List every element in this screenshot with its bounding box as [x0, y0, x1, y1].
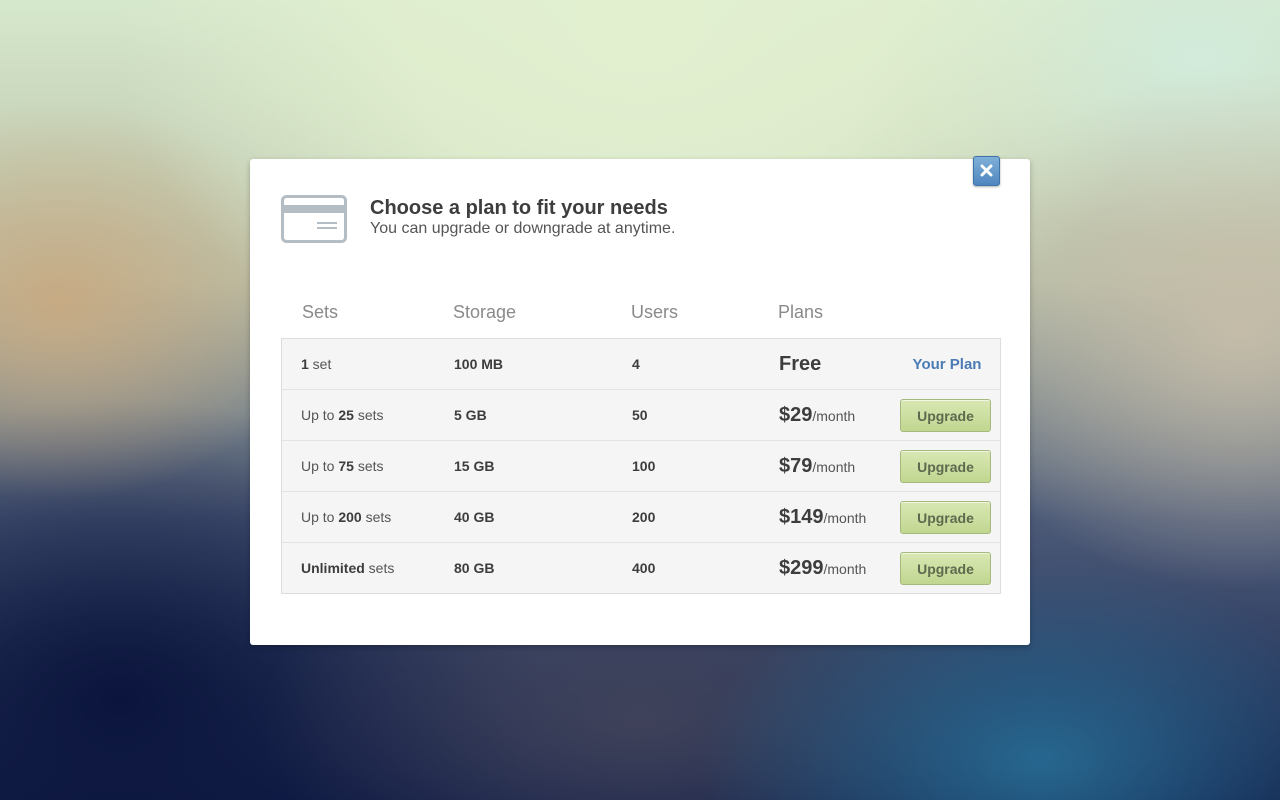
price-cell: $29/month: [779, 404, 856, 426]
sets-cell: Up to 200 sets: [301, 509, 392, 525]
table-row: Up to 25 sets 5 GB 50 $29/month Upgrade: [282, 390, 1000, 441]
users-cell: 100: [632, 458, 656, 474]
plan-modal: Choose a plan to fit your needs You can …: [250, 156, 1030, 645]
price-cell: Free: [779, 353, 822, 375]
price-cell: $149/month: [779, 506, 867, 528]
upgrade-button[interactable]: Upgrade: [900, 399, 991, 432]
header-plans: Plans: [778, 302, 824, 322]
upgrade-button[interactable]: Upgrade: [900, 552, 991, 585]
storage-cell: 80 GB: [454, 560, 495, 576]
header-sets: Sets: [302, 302, 339, 322]
sets-cell: Up to 75 sets: [301, 458, 384, 474]
table-row: Up to 200 sets 40 GB 200 $149/month Upgr…: [282, 492, 1000, 543]
storage-cell: 15 GB: [454, 458, 495, 474]
price-cell: $299/month: [779, 557, 867, 579]
modal-subtitle: You can upgrade or downgrade at anytime.: [370, 220, 676, 237]
plans-table: 1 set 100 MB 4 Free Your Plan Up to 25 s…: [281, 338, 1001, 594]
credit-card-icon: [281, 195, 347, 243]
users-cell: 4: [632, 356, 640, 372]
storage-cell: 40 GB: [454, 509, 495, 525]
sets-cell: Unlimited sets: [301, 560, 395, 576]
close-button[interactable]: [973, 156, 1000, 186]
table-row: Unlimited sets 80 GB 400 $299/month Upgr…: [282, 543, 1000, 594]
close-icon: [980, 164, 993, 177]
sets-cell: 1 set: [301, 356, 332, 372]
users-cell: 50: [632, 407, 648, 423]
header-users: Users: [631, 302, 679, 322]
users-cell: 200: [632, 509, 656, 525]
sets-cell: Up to 25 sets: [301, 407, 384, 423]
upgrade-button[interactable]: Upgrade: [900, 501, 991, 534]
price-cell: $79/month: [779, 455, 856, 477]
header-storage: Storage: [453, 302, 517, 322]
modal-title: Choose a plan to fit your needs: [370, 197, 668, 219]
table-row: Up to 75 sets 15 GB 100 $79/month Upgrad…: [282, 441, 1000, 492]
your-plan-label[interactable]: Your Plan: [902, 339, 992, 390]
users-cell: 400: [632, 560, 656, 576]
table-row: 1 set 100 MB 4 Free Your Plan: [282, 339, 1000, 390]
storage-cell: 5 GB: [454, 407, 487, 423]
storage-cell: 100 MB: [454, 356, 504, 372]
upgrade-button[interactable]: Upgrade: [900, 450, 991, 483]
